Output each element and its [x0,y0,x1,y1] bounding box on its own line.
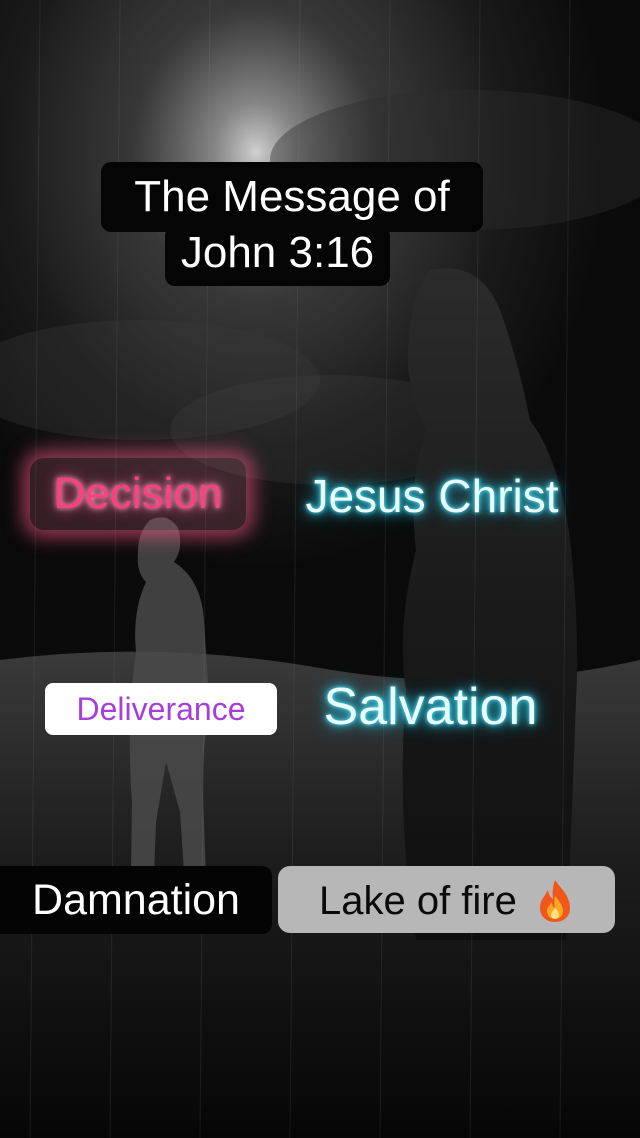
deliverance-label: Deliverance [45,683,277,735]
title-line-2: John 3:16 [165,226,390,286]
lake-of-fire-box: Lake of fire [278,866,615,933]
damnation-label: Damnation [0,866,272,934]
jesus-christ-label: Jesus Christ [305,470,559,522]
lake-of-fire-label: Lake of fire [318,878,517,923]
fire-icon [536,878,574,924]
title-line-1: The Message of [101,162,483,232]
video-frame: The Message of John 3:16 Decision Jesus … [0,0,640,1138]
decision-label: Decision [30,458,246,530]
salvation-label: Salvation [323,678,538,736]
